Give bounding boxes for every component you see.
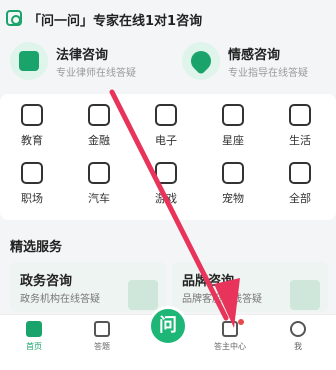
category-all[interactable]: 全部 xyxy=(272,156,328,208)
apps-icon xyxy=(222,321,238,337)
gamepad-icon xyxy=(155,162,177,184)
legal-consult-title: 法律咨询 xyxy=(56,48,109,63)
category-label: 职场 xyxy=(21,192,43,205)
category-electronics[interactable]: 电子 xyxy=(138,98,194,150)
tab-me[interactable]: 我 xyxy=(268,315,328,370)
category-education[interactable]: 教育 xyxy=(4,98,60,150)
category-astrology[interactable]: 星座 xyxy=(205,98,261,150)
ask-center-button[interactable]: 问 xyxy=(148,306,188,346)
category-game[interactable]: 游戏 xyxy=(138,156,194,208)
category-life[interactable]: 生活 xyxy=(272,98,328,150)
legal-consult-card[interactable]: 法律咨询 专业律师在线答疑 xyxy=(10,38,160,86)
government-consult-subtitle: 政务机构在线答疑 xyxy=(20,294,100,305)
wallet-icon xyxy=(289,104,311,126)
heart-icon xyxy=(182,42,220,80)
tab-home[interactable]: 首页 xyxy=(4,315,64,370)
wenyiwen-logo-icon xyxy=(6,10,22,26)
money-bag-icon xyxy=(88,104,110,126)
tab-answer[interactable]: 答题 xyxy=(72,315,132,370)
grid-icon xyxy=(289,162,311,184)
emotion-consult-card[interactable]: 情感咨询 专业指导在线答疑 xyxy=(182,38,332,86)
category-label: 教育 xyxy=(21,134,43,147)
category-label: 宠物 xyxy=(222,192,244,205)
notification-badge xyxy=(238,319,244,325)
government-building-icon xyxy=(128,280,158,310)
header-bar: 「问一问」专家在线1对1咨询 xyxy=(0,0,336,40)
document-icon xyxy=(10,42,48,80)
brand-consult-card[interactable]: 品牌咨询 品牌客服在线答疑 xyxy=(172,262,328,312)
category-label: 星座 xyxy=(222,134,244,147)
brand-consult-title: 品牌咨询 xyxy=(182,274,235,289)
category-label: 电子 xyxy=(155,134,177,147)
note-icon xyxy=(94,321,110,337)
category-pet[interactable]: 宠物 xyxy=(205,156,261,208)
car-icon xyxy=(88,162,110,184)
category-label: 汽车 xyxy=(88,192,110,205)
category-panel: 教育 金融 电子 星座 生活 职场 汽车 游戏 宠物 全部 xyxy=(0,94,336,220)
tie-icon xyxy=(21,162,43,184)
category-label: 全部 xyxy=(289,192,311,205)
category-label: 生活 xyxy=(289,134,311,147)
graduation-cap-icon xyxy=(21,104,43,126)
emotion-consult-title: 情感咨询 xyxy=(228,48,281,63)
header-title: 「问一问」专家在线1对1咨询 xyxy=(28,14,203,29)
services-section-title: 精选服务 xyxy=(10,240,63,255)
government-consult-card[interactable]: 政务咨询 政务机构在线答疑 xyxy=(10,262,166,312)
home-icon xyxy=(26,321,42,337)
agent-avatar-icon xyxy=(290,280,320,310)
tab-label: 我 xyxy=(294,342,302,351)
tab-answerer-center[interactable]: 答主中心 xyxy=(200,315,260,370)
government-consult-title: 政务咨询 xyxy=(20,274,73,289)
category-workplace[interactable]: 职场 xyxy=(4,156,60,208)
category-car[interactable]: 汽车 xyxy=(71,156,127,208)
emotion-consult-subtitle: 专业指导在线答疑 xyxy=(228,68,308,79)
tab-label: 答主中心 xyxy=(214,342,246,351)
category-label: 游戏 xyxy=(155,192,177,205)
category-finance[interactable]: 金融 xyxy=(71,98,127,150)
pet-icon xyxy=(222,162,244,184)
brand-consult-subtitle: 品牌客服在线答疑 xyxy=(182,294,262,305)
tab-label: 首页 xyxy=(26,342,42,351)
tab-label: 答题 xyxy=(94,342,110,351)
category-label: 金融 xyxy=(88,134,110,147)
phone-icon xyxy=(155,104,177,126)
star-icon xyxy=(222,104,244,126)
legal-consult-subtitle: 专业律师在线答疑 xyxy=(56,68,136,79)
user-icon xyxy=(290,321,306,337)
